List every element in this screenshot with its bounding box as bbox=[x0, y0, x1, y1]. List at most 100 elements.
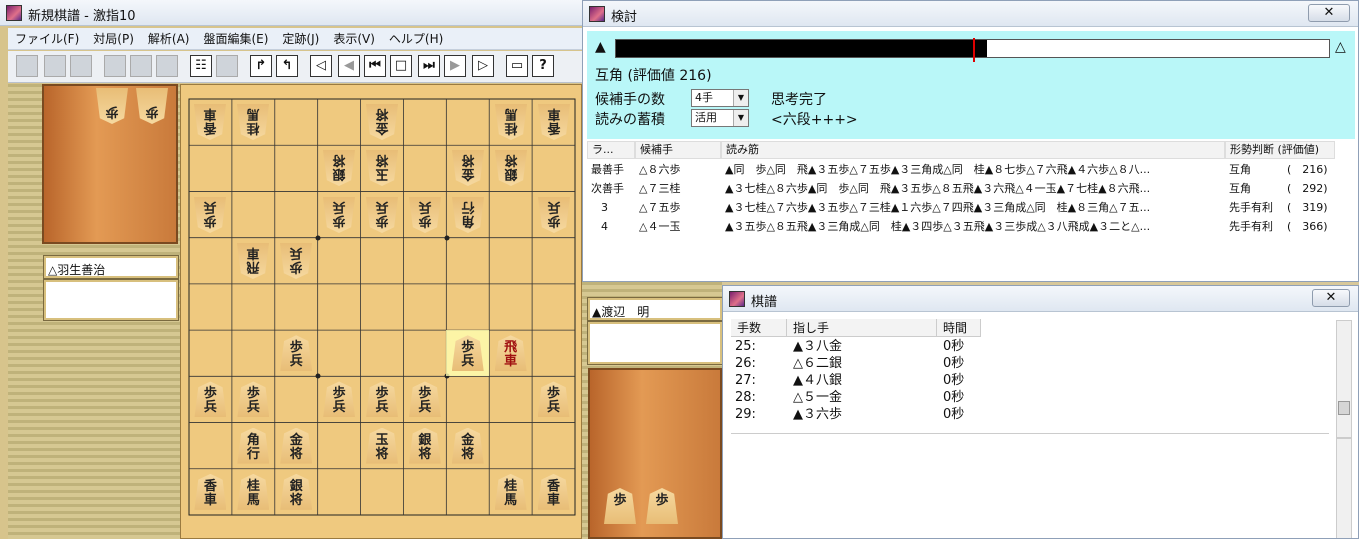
sente-piece[interactable]: 歩兵 bbox=[366, 381, 398, 418]
candidate-move: △７三桂 bbox=[639, 182, 681, 195]
menu-help[interactable]: ヘルプ(H) bbox=[382, 28, 450, 50]
divider bbox=[731, 433, 1329, 434]
move-number[interactable]: 28: bbox=[735, 389, 756, 406]
menu-board-edit[interactable]: 盤面編集(E) bbox=[196, 28, 275, 50]
col-move-number[interactable]: 手数 bbox=[731, 319, 787, 337]
hand-piece[interactable]: 歩 bbox=[646, 488, 678, 524]
first-icon[interactable]: ⏮ bbox=[364, 55, 386, 77]
new-icon[interactable] bbox=[16, 55, 38, 77]
sente-piece[interactable]: 角行 bbox=[237, 427, 270, 464]
table-row[interactable]: 次善手 △７三桂 ▲３七桂△８六歩▲同 歩△同 飛▲３五歩△８五飛▲３六飛△４一玉▲… bbox=[587, 180, 1355, 198]
shogi-board[interactable]: 香車 桂馬 金将 桂馬 香車 銀将 玉将 金将 銀将 歩兵 歩兵 歩兵 歩兵 角行 歩兵 飛車 歩兵 歩兵 歩兵 飛車… bbox=[180, 84, 582, 539]
col-move[interactable]: 候補手 bbox=[635, 141, 721, 159]
save-icon[interactable] bbox=[70, 55, 92, 77]
move-text[interactable]: △５一金 bbox=[793, 389, 842, 406]
move-time[interactable]: 0秒 bbox=[943, 389, 964, 406]
tool-icon[interactable] bbox=[130, 55, 152, 77]
forward-icon[interactable]: ▶ bbox=[444, 55, 466, 77]
sente-piece[interactable]: 金将 bbox=[451, 427, 484, 464]
close-button[interactable]: ✕ bbox=[1312, 289, 1350, 307]
back-icon[interactable]: ◀ bbox=[338, 55, 360, 77]
tool-icon[interactable] bbox=[104, 55, 126, 77]
move-number[interactable]: 29: bbox=[735, 406, 756, 423]
storage-select[interactable]: 活用 ▼ bbox=[691, 109, 749, 127]
col-rank[interactable]: ラ... bbox=[587, 141, 635, 159]
move-number[interactable]: 25: bbox=[735, 338, 756, 355]
move-number[interactable]: 26: bbox=[735, 355, 756, 372]
sente-piece[interactable]: 銀将 bbox=[408, 427, 441, 464]
sente-piece[interactable]: 歩兵 bbox=[280, 335, 313, 372]
board-icon[interactable]: ☷ bbox=[190, 55, 212, 77]
move-text[interactable]: ▲４八銀 bbox=[793, 372, 842, 389]
move-time[interactable]: 0秒 bbox=[943, 355, 964, 372]
gote-piece[interactable]: 角行 bbox=[452, 197, 484, 233]
menu-analysis[interactable]: 解析(A) bbox=[141, 28, 197, 50]
gote-piece[interactable]: 歩兵 bbox=[323, 197, 355, 233]
move-icon[interactable]: ↱ bbox=[250, 55, 272, 77]
table-row[interactable]: 最善手 △８六歩 ▲同 歩△同 飛▲３五歩△７五歩▲３三角成△同 桂▲８七歩△７六飛… bbox=[587, 161, 1355, 179]
table-row[interactable]: 4 △４一玉 ▲３五歩△８五飛▲３三角成△同 桂▲３四歩△３五飛▲３三歩成△３八飛成… bbox=[587, 218, 1355, 236]
open-icon[interactable] bbox=[44, 55, 66, 77]
tool-icon[interactable] bbox=[156, 55, 178, 77]
gote-piece[interactable]: 歩兵 bbox=[194, 197, 226, 233]
toolbar: ☷ ↱ ↰ ◁ ◀ ⏮ □ ⏭ ▶ ▷ ▭ ? bbox=[8, 51, 582, 83]
move-time[interactable]: 0秒 bbox=[943, 338, 964, 355]
gote-piece[interactable]: 歩兵 bbox=[280, 243, 312, 279]
move-text[interactable]: ▲３八金 bbox=[793, 338, 842, 355]
stop-icon[interactable]: □ bbox=[390, 55, 412, 77]
hand-piece[interactable]: 歩 bbox=[604, 488, 636, 524]
menu-joseki[interactable]: 定跡(J) bbox=[275, 28, 326, 50]
sente-piece[interactable]: 歩兵 bbox=[194, 381, 227, 418]
gote-piece[interactable]: 歩兵 bbox=[366, 197, 398, 233]
col-line[interactable]: 読み筋 bbox=[721, 141, 1225, 159]
gote-piece[interactable]: 歩兵 bbox=[538, 197, 570, 233]
scroll-thumb[interactable] bbox=[1338, 401, 1350, 415]
main-titlebar: 新規棋譜 - 激指10 bbox=[0, 0, 582, 26]
back-all-icon[interactable]: ◁ bbox=[310, 55, 332, 77]
last-icon[interactable]: ⏭ bbox=[418, 55, 440, 77]
hand-piece[interactable]: 歩 bbox=[96, 88, 128, 124]
comment-scrollbar[interactable] bbox=[1336, 438, 1352, 538]
candidates-select[interactable]: 4手 ▼ bbox=[691, 89, 749, 107]
help-icon[interactable]: ? bbox=[532, 55, 554, 77]
move-number[interactable]: 27: bbox=[735, 372, 756, 389]
tool-icon[interactable] bbox=[216, 55, 238, 77]
sente-piece[interactable]: 桂馬 bbox=[237, 473, 270, 510]
sente-piece[interactable]: 歩兵 bbox=[237, 381, 270, 418]
sente-piece[interactable]: 玉将 bbox=[366, 427, 398, 464]
sente-piece[interactable]: 香車 bbox=[194, 473, 227, 510]
sente-piece[interactable]: 歩兵 bbox=[323, 381, 356, 418]
move-text[interactable]: ▲３六歩 bbox=[793, 406, 842, 423]
move-time[interactable]: 0秒 bbox=[943, 372, 964, 389]
col-move-text[interactable]: 指し手 bbox=[787, 319, 937, 337]
kifu-scrollbar[interactable] bbox=[1336, 320, 1352, 438]
monitor-icon[interactable]: ▭ bbox=[506, 55, 528, 77]
col-judge[interactable]: 形勢判断 (評価値) bbox=[1225, 141, 1335, 159]
move-text[interactable]: △６二銀 bbox=[793, 355, 842, 372]
menu-game[interactable]: 対局(P) bbox=[86, 28, 141, 50]
undo-move-icon[interactable]: ↰ bbox=[276, 55, 298, 77]
menu-view[interactable]: 表示(V) bbox=[326, 28, 382, 50]
forward-all-icon[interactable]: ▷ bbox=[472, 55, 494, 77]
sente-piece[interactable]: 金将 bbox=[280, 427, 313, 464]
hand-piece[interactable]: 歩 bbox=[136, 88, 168, 124]
sente-piece[interactable]: 銀将 bbox=[280, 473, 313, 510]
move-time[interactable]: 0秒 bbox=[943, 406, 964, 423]
chevron-down-icon[interactable]: ▼ bbox=[733, 90, 748, 106]
candidate-judge: 互角 bbox=[1229, 182, 1251, 195]
sente-piece[interactable]: 桂馬 bbox=[494, 473, 527, 510]
menu-file[interactable]: ファイル(F) bbox=[8, 28, 86, 50]
close-button[interactable]: ✕ bbox=[1308, 4, 1350, 22]
col-time[interactable]: 時間 bbox=[937, 319, 981, 337]
candidates-label: 候補手の数 bbox=[595, 92, 665, 108]
sente-piece[interactable]: 歩兵 bbox=[408, 381, 441, 418]
sente-piece[interactable]: 飛車 bbox=[494, 335, 527, 372]
sente-piece[interactable]: 歩兵 bbox=[451, 335, 484, 372]
sente-piece[interactable]: 歩兵 bbox=[537, 381, 570, 418]
candidate-judge: 先手有利 bbox=[1229, 220, 1273, 233]
sente-piece[interactable]: 香車 bbox=[537, 473, 570, 510]
chevron-down-icon[interactable]: ▼ bbox=[733, 110, 748, 126]
table-row[interactable]: 3 △７五歩 ▲３七桂△７六歩▲３五歩△７三桂▲１六歩△７四飛▲３三角成△同 桂▲８… bbox=[587, 199, 1355, 217]
gote-piece[interactable]: 飛車 bbox=[237, 243, 269, 279]
gote-piece[interactable]: 歩兵 bbox=[409, 197, 441, 233]
